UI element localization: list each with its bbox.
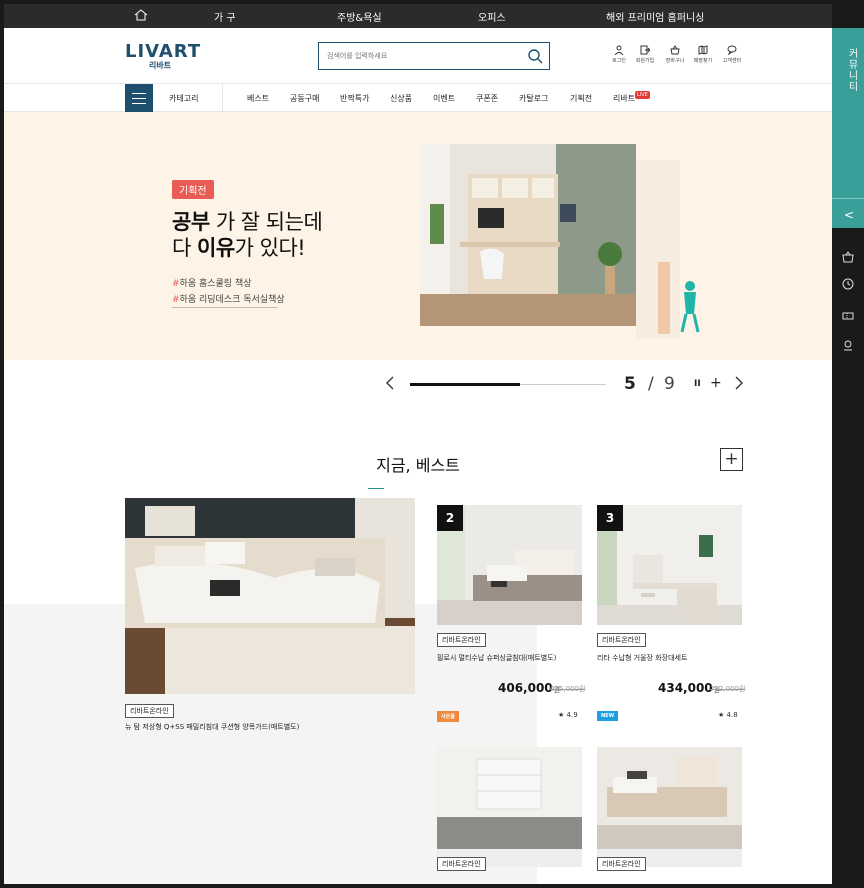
nav-item-livart-live[interactable]: 리바트	[613, 93, 635, 104]
chat-icon	[727, 45, 737, 55]
header: LIVART 리바트 로그인 회원가입 장바구니 매장찾기 고객센터	[4, 28, 832, 84]
hero-banner[interactable]: 기획전 공부 가 잘 되는데 다 이유가 있다! #하움 홈스쿨링 책상 #하움…	[4, 112, 832, 360]
login-link[interactable]: 로그인	[607, 45, 631, 64]
customer-center-link[interactable]: 고객센터	[720, 45, 744, 64]
nav-item-best[interactable]: 베스트	[247, 93, 269, 104]
signup-label: 회원가입	[635, 58, 655, 64]
banner-image-study-room	[420, 144, 636, 326]
tag-underline	[172, 307, 278, 308]
featured-product-name[interactable]: 뉴 탐 저상형 Q+SS 패밀리침대 쿠션형 양목가드(매트별도)	[125, 722, 299, 732]
nav-item-new[interactable]: 신상품	[390, 93, 412, 104]
banner-pager: 5 / 9 II +	[4, 364, 832, 404]
page-frame: 가 구 주방&욕실 오피스 해외 프리미엄 홈퍼니싱 LIVART 리바트 로그…	[4, 4, 832, 884]
nav-item-group-buy[interactable]: 공동구매	[290, 93, 319, 104]
progress-fill	[410, 383, 520, 386]
cart-label: 장바구니	[665, 58, 685, 64]
total-slides: 9	[664, 374, 675, 394]
my-page-icon[interactable]	[842, 339, 854, 351]
product-seller-chip-4: 리바트온라인	[437, 857, 486, 871]
section-title-underline	[368, 488, 384, 489]
pause-button[interactable]: II	[694, 379, 701, 389]
product-status-badge-2: 사은품	[437, 711, 459, 722]
community-side-tab[interactable]: 커뮤니티 <	[832, 28, 864, 228]
live-badge: LIVE	[635, 91, 650, 99]
top-bar-furniture[interactable]: 가 구	[214, 9, 236, 24]
banner-tag-2[interactable]: #하움 리딩데스크 독서실책상	[172, 292, 285, 305]
logo[interactable]: LIVART 리바트	[125, 41, 201, 71]
product-seller-chip-3: 리바트온라인	[597, 633, 646, 647]
login-label: 로그인	[612, 58, 626, 64]
nav-item-exhibition[interactable]: 기획전	[570, 93, 592, 104]
main-nav: 카테고리 베스트 공동구매 반짝특가 신상품 이벤트 쿠폰존 카탈로그 기획전 …	[4, 84, 832, 112]
nav-item-flash-sale[interactable]: 반짝특가	[340, 93, 369, 104]
current-slide: 5	[624, 374, 636, 394]
store-finder-label: 매장찾기	[693, 58, 713, 64]
cart-icon[interactable]	[842, 251, 854, 263]
top-bar: 가 구 주방&욕실 오피스 해외 프리미엄 홈퍼니싱	[4, 4, 832, 28]
headline-prefix-2: 다	[172, 236, 197, 260]
community-tab-label: 커뮤니티	[846, 48, 857, 92]
nav-divider	[222, 84, 223, 112]
home-icon[interactable]	[134, 9, 148, 21]
product-rating-2: ★ 4.9	[558, 711, 578, 719]
logo-text: LIVART	[125, 41, 202, 62]
product-name-3[interactable]: 리타 수납형 거울장 화장대세트	[597, 653, 687, 663]
headline-bold-1: 공부	[172, 210, 210, 234]
product-name-2[interactable]: 필로시 멀티수납 슈퍼싱글침대(매트별도)	[437, 653, 556, 663]
best-section-title: 지금, 베스트	[376, 456, 460, 475]
top-bar-office[interactable]: 오피스	[478, 9, 506, 24]
hamburger-icon	[132, 93, 146, 94]
product-original-price-3: 712,000원	[710, 685, 746, 693]
product-seller-chip-5: 리바트온라인	[597, 857, 646, 871]
map-icon	[698, 45, 708, 55]
signup-icon	[640, 45, 650, 55]
nav-item-event[interactable]: 이벤트	[433, 93, 455, 104]
product-image-4[interactable]	[437, 747, 582, 867]
nav-item-coupon[interactable]: 쿠폰존	[476, 93, 498, 104]
signup-link[interactable]: 회원가입	[633, 45, 657, 64]
product-rating-3: ★ 4.8	[718, 711, 738, 719]
headline-rest-2: 가 있다!	[234, 236, 306, 260]
progress-track	[410, 383, 606, 386]
headline-bold-2: 이유	[197, 236, 235, 260]
slide-separator: /	[648, 374, 654, 394]
top-bar-kitchen-bath[interactable]: 주방&욕실	[337, 9, 382, 24]
side-tab-divider	[832, 198, 864, 199]
category-label[interactable]: 카테고리	[169, 93, 198, 104]
next-arrow-icon[interactable]	[734, 376, 744, 390]
top-bar-premium[interactable]: 해외 프리미엄 홈퍼니싱	[606, 9, 704, 24]
child-desk-illustration	[658, 262, 700, 334]
category-menu-button[interactable]	[125, 84, 153, 112]
customer-center-label: 고객센터	[722, 58, 742, 64]
cart-icon	[670, 45, 680, 55]
nav-item-catalog[interactable]: 카탈로그	[519, 93, 548, 104]
prev-arrow-icon[interactable]	[385, 376, 395, 390]
banner-tag-1[interactable]: #하움 홈스쿨링 책상	[172, 276, 252, 289]
search-box	[318, 42, 550, 70]
product-status-badge-3: NEW	[597, 711, 619, 721]
user-icon	[614, 45, 624, 55]
rank-badge-2: 2	[437, 505, 463, 531]
product-original-price-2: 635,000원	[550, 685, 586, 693]
banner-headline-line2: 다 이유가 있다!	[172, 232, 306, 262]
featured-seller-chip: 리바트온라인	[125, 704, 174, 718]
cart-link[interactable]: 장바구니	[663, 45, 687, 64]
view-all-slides-button[interactable]: +	[710, 375, 722, 391]
star-icon: ★	[558, 711, 565, 719]
product-seller-chip-2: 리바트온라인	[437, 633, 486, 647]
store-finder-link[interactable]: 매장찾기	[691, 45, 715, 64]
search-icon[interactable]	[527, 48, 543, 64]
headline-rest-1: 가 잘 되는데	[209, 210, 323, 234]
best-more-button[interactable]: +	[720, 448, 743, 471]
search-input[interactable]	[319, 43, 509, 69]
recent-view-icon[interactable]	[842, 278, 854, 290]
coupon-icon[interactable]	[842, 310, 854, 322]
rank-badge-3: 3	[597, 505, 623, 531]
product-image-5[interactable]	[597, 747, 742, 867]
star-icon: ★	[718, 711, 725, 719]
featured-product-image[interactable]	[125, 498, 415, 694]
banner-badge: 기획전	[172, 180, 214, 199]
chevron-left-icon[interactable]: <	[844, 208, 854, 222]
